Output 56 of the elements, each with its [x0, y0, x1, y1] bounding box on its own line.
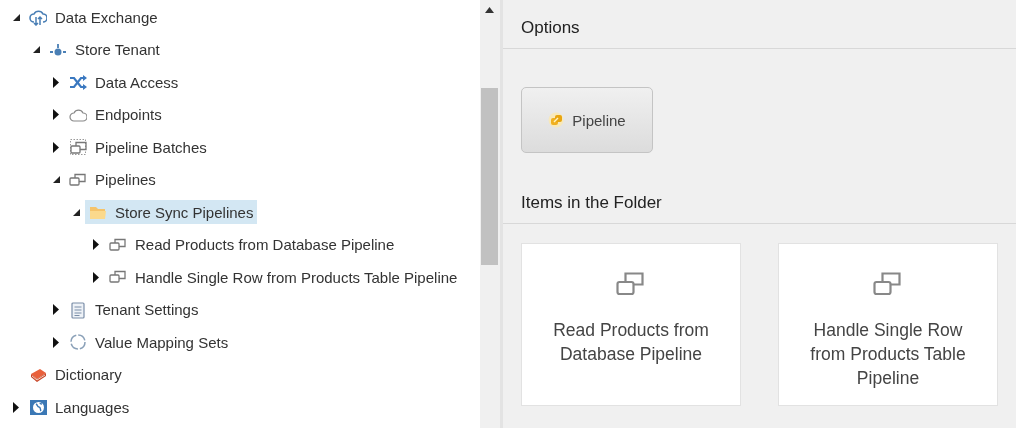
collapsed-arrow-icon[interactable] [93, 239, 99, 251]
scroll-up-icon[interactable] [485, 7, 494, 13]
tree-item[interactable]: Endpoints [65, 102, 166, 127]
tree-item-label: Store Sync Pipelines [115, 203, 254, 221]
cloud-sync-icon [29, 8, 47, 27]
tree-item[interactable]: Pipelines [65, 167, 160, 192]
folder-item-card[interactable]: Handle Single Row from Products Table Pipeline [778, 243, 998, 406]
section-title: Options [503, 0, 1016, 49]
tree-item-label: Endpoints [95, 106, 162, 124]
pipeline-icon [873, 270, 903, 296]
card-title: Read Products from Database Pipeline [552, 319, 710, 366]
collapsed-arrow-icon[interactable] [53, 109, 59, 121]
collapsed-arrow-icon[interactable] [53, 336, 59, 348]
tree-item-label: Read Products from Database Pipeline [135, 236, 395, 254]
tree-item-label: Languages [55, 398, 130, 416]
batch-icon [69, 138, 87, 157]
expanded-arrow-icon[interactable] [52, 176, 60, 184]
expanded-arrow-icon[interactable] [32, 46, 40, 54]
tree-item-label: Data Access [95, 73, 179, 91]
card-title: Handle Single Row from Products Table Pipeline [809, 319, 967, 390]
tree-item-label: Store Tenant [75, 41, 160, 59]
tree-item-label: Pipelines [95, 171, 156, 189]
collapsed-arrow-icon[interactable] [13, 401, 19, 413]
tree-item-label: Tenant Settings [95, 301, 199, 319]
tree-item[interactable]: Tenant Settings [65, 297, 203, 322]
globe-icon [29, 398, 47, 417]
tree-item[interactable]: Store Tenant [45, 37, 164, 62]
tree-item[interactable]: Value Mapping Sets [65, 330, 233, 355]
tree-item[interactable]: Pipeline Batches [65, 135, 211, 160]
link-icon [548, 112, 565, 128]
collapsed-arrow-icon[interactable] [53, 76, 59, 88]
section-title: Items in the Folder [503, 153, 1016, 224]
tree-item[interactable]: Store Sync Pipelines [85, 200, 258, 225]
tree-item[interactable]: Data Access [65, 70, 183, 95]
tree-item[interactable]: Handle Single Row from Products Table Pipeline [105, 265, 462, 290]
tree-item-label: Handle Single Row from Products Table Pipeline [135, 268, 458, 286]
pipeline-icon [616, 270, 646, 296]
tree-item[interactable]: Languages [25, 395, 134, 420]
tree-item-label: Dictionary [55, 366, 122, 384]
expanded-arrow-icon[interactable] [72, 208, 80, 216]
folder-item-card[interactable]: Read Products from Database Pipeline [521, 243, 741, 406]
tree-item-label: Data Exchange [55, 8, 158, 26]
tree-item-label: Value Mapping Sets [95, 333, 229, 351]
tree-item[interactable]: Dictionary [25, 362, 126, 387]
tree-item[interactable]: Read Products from Database Pipeline [105, 232, 399, 257]
collapsed-arrow-icon[interactable] [53, 141, 59, 153]
collapsed-arrow-icon[interactable] [93, 271, 99, 283]
circle-icon [69, 333, 87, 352]
pipeline-button[interactable]: Pipeline [521, 87, 653, 153]
scrollbar-thumb[interactable] [481, 88, 498, 265]
expanded-arrow-icon[interactable] [12, 13, 20, 21]
notepad-icon [69, 300, 87, 319]
collapsed-arrow-icon[interactable] [53, 304, 59, 316]
tree-item-label: Pipeline Batches [95, 138, 207, 156]
shuffle-icon [69, 73, 87, 92]
tree-item[interactable]: Data Exchange [25, 5, 162, 30]
